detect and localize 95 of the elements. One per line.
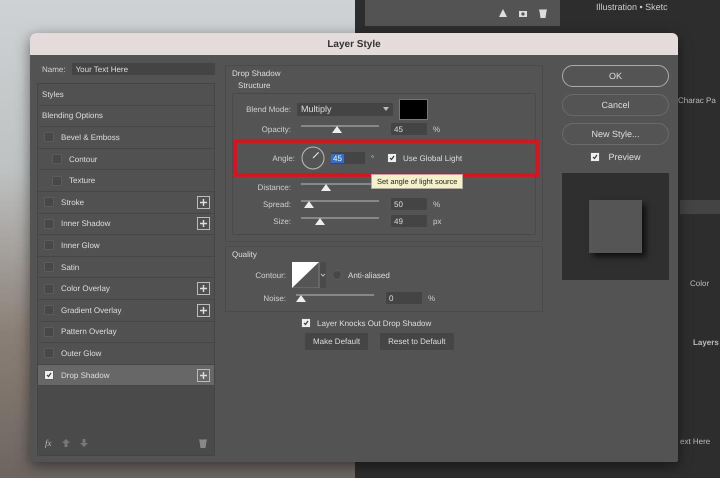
style-label: Blending Options xyxy=(42,111,104,120)
blend-mode-label: Blend Mode: xyxy=(245,104,291,114)
style-item[interactable]: Blending Options xyxy=(38,106,214,128)
style-label: Bevel & Emboss xyxy=(61,132,121,142)
add-icon[interactable] xyxy=(197,217,210,230)
name-field[interactable]: Your Text Here xyxy=(72,63,215,75)
caret-icon xyxy=(383,107,389,111)
style-label: Satin xyxy=(61,262,80,272)
layers-tab[interactable]: Layers xyxy=(693,338,719,347)
section-title: Quality xyxy=(232,250,258,259)
default-button[interactable]: Reset to Default xyxy=(380,333,454,350)
style-item[interactable]: Styles xyxy=(38,84,214,106)
checkbox[interactable] xyxy=(387,153,397,163)
section-title: Drop Shadow xyxy=(232,69,282,78)
knockout-label: Layer Knocks Out Drop Shadow xyxy=(317,318,432,328)
add-icon[interactable] xyxy=(197,304,210,317)
unit-label: % xyxy=(433,200,442,208)
document-tab[interactable]: Illustration • Sketc xyxy=(590,0,674,14)
preview-square xyxy=(589,200,642,253)
global-light-label: Use Global Light xyxy=(403,154,462,162)
slider-thumb[interactable] xyxy=(296,294,306,302)
unit-label: px xyxy=(433,216,442,226)
section-title: Structure xyxy=(237,81,272,90)
style-item[interactable]: Inner Glow xyxy=(38,235,214,257)
style-item[interactable]: Drop Shadow xyxy=(38,364,214,386)
fx-button[interactable]: fx xyxy=(45,438,52,448)
name-label: Name: xyxy=(42,64,66,74)
style-item[interactable]: Gradient Overlay xyxy=(38,300,214,322)
value-field[interactable]: 50 xyxy=(391,198,427,210)
unit-label: % xyxy=(428,294,436,302)
blend-mode-select[interactable]: Multiply xyxy=(297,102,393,116)
slider-label: Noise: xyxy=(262,294,286,302)
dialog-button[interactable]: New Style... xyxy=(562,123,669,145)
preview-label: Preview xyxy=(608,152,640,162)
slider-thumb[interactable] xyxy=(304,200,314,208)
style-label: Pattern Overlay xyxy=(61,327,118,336)
default-button[interactable]: Make Default xyxy=(305,333,368,350)
panel-tab[interactable]: Charac xyxy=(678,96,704,105)
style-label: Outer Glow xyxy=(61,348,102,358)
style-label: Color Overlay xyxy=(61,284,111,294)
unit-label: % xyxy=(433,124,442,134)
style-label: Contour xyxy=(69,154,98,164)
panel-tab[interactable]: Pa xyxy=(706,96,716,105)
slider-label: Spread: xyxy=(262,200,291,208)
panel-bar xyxy=(680,200,720,214)
style-item[interactable]: Inner Shadow xyxy=(38,214,214,236)
slider-thumb[interactable] xyxy=(332,126,342,132)
angle-field[interactable]: 45 xyxy=(331,152,365,164)
add-icon[interactable] xyxy=(197,368,210,382)
degree-label: ° xyxy=(371,154,376,162)
add-icon[interactable] xyxy=(197,282,210,296)
anti-aliased-label: Anti-aliased xyxy=(348,270,390,280)
style-label: Inner Shadow xyxy=(61,219,112,228)
dialog-button[interactable]: OK xyxy=(562,65,669,87)
style-item[interactable]: Contour xyxy=(38,148,214,170)
slider-label: Size: xyxy=(272,216,291,226)
add-icon[interactable] xyxy=(197,196,210,209)
style-item[interactable]: Texture xyxy=(38,170,214,192)
checkbox[interactable] xyxy=(44,370,54,380)
checkbox[interactable] xyxy=(301,318,311,328)
trash-icon xyxy=(538,8,548,18)
style-label: Inner Glow xyxy=(61,240,101,250)
value-field[interactable]: 49 xyxy=(391,215,427,227)
dialog-title: Layer Style xyxy=(30,33,678,55)
color-swatch[interactable] xyxy=(399,98,428,120)
value-field[interactable]: 45 xyxy=(391,123,427,135)
contour-curve-icon[interactable] xyxy=(292,262,326,288)
color-label: Color xyxy=(690,279,710,288)
up-arrow-icon xyxy=(62,439,70,447)
trash-icon xyxy=(199,438,207,448)
angle-dial[interactable] xyxy=(301,146,325,170)
style-label: Texture xyxy=(69,176,96,186)
contour-label: Contour: xyxy=(254,270,286,280)
style-label: Styles xyxy=(42,90,65,99)
dialog-button[interactable]: Cancel xyxy=(562,94,669,116)
style-label: Stroke xyxy=(61,198,86,207)
slider-thumb[interactable] xyxy=(321,184,332,190)
angle-label: Angle: xyxy=(271,154,295,162)
style-item[interactable]: Stroke xyxy=(38,192,214,214)
slider-label: Opacity: xyxy=(260,124,291,134)
style-item[interactable]: Bevel & Emboss xyxy=(38,127,214,149)
style-item[interactable]: Pattern Overlay xyxy=(38,322,214,344)
slider-thumb[interactable] xyxy=(314,218,325,224)
down-arrow-icon xyxy=(80,439,88,447)
slider-label: Distance: xyxy=(256,182,291,192)
value-field[interactable]: 0 xyxy=(386,292,422,304)
shapes-icon xyxy=(498,8,508,18)
style-label: Drop Shadow xyxy=(61,370,110,380)
checkbox[interactable] xyxy=(590,152,600,162)
camera-icon xyxy=(518,8,528,18)
style-label: Gradient Overlay xyxy=(61,306,122,315)
style-item[interactable]: Satin xyxy=(38,256,214,278)
style-item[interactable]: Color Overlay xyxy=(38,278,214,300)
style-item[interactable]: Outer Glow xyxy=(38,343,214,365)
layer-name[interactable]: ext Here xyxy=(680,437,710,446)
